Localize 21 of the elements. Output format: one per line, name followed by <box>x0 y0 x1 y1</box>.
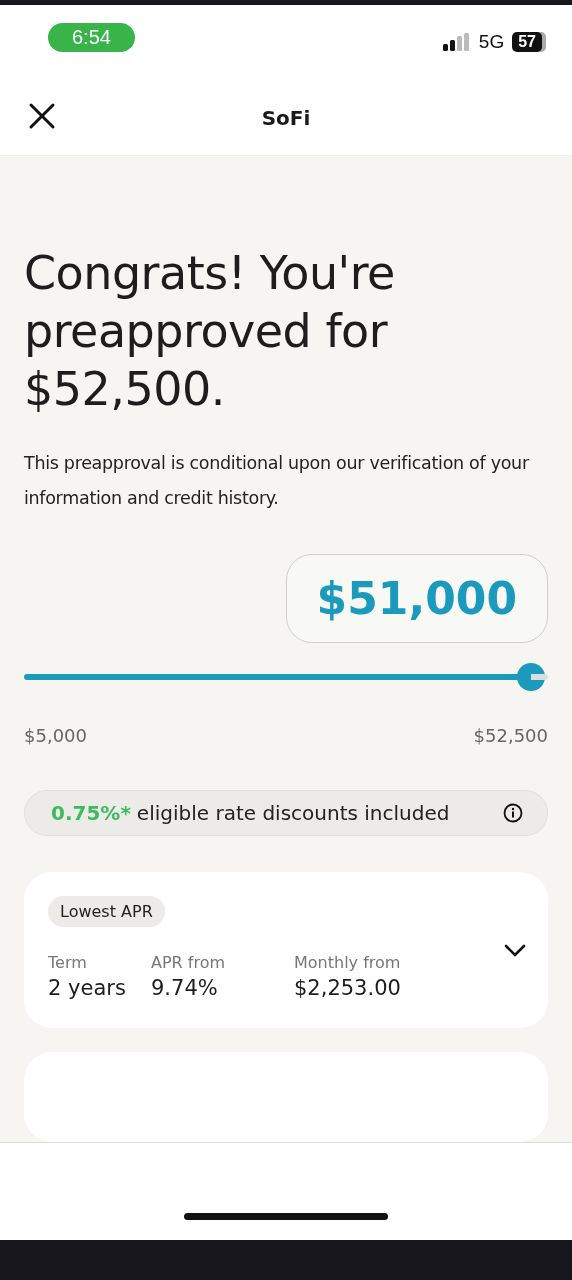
max-amount-label: $52,500 <box>473 725 548 746</box>
page-title: SoFi <box>261 105 311 130</box>
offer-tag: Lowest APR <box>48 895 165 927</box>
amount-slider[interactable] <box>24 663 548 691</box>
discount-rate: 0.75%* <box>51 800 131 825</box>
headline: Congrats! You're preapproved for $52,500. <box>24 245 396 418</box>
offer-label: Term <box>48 952 88 972</box>
offer-value: $2,253.00 <box>294 975 402 1000</box>
offer-label: APR from <box>151 952 227 972</box>
offer-label: Monthly from <box>294 952 402 972</box>
network-label: 5G <box>478 30 505 53</box>
min-amount-label: $5,000 <box>24 725 87 746</box>
disclaimer-text: This preapproval is conditional upon our verification of your information and credit history. <box>24 452 531 510</box>
loan-offer-card[interactable]: Lowest APR Term 2 years APR from 9.74% Monthly from $2,253.00 <box>24 871 548 1028</box>
discount-text: eligible rate discounts included <box>136 800 450 825</box>
offer-value: 9.74% <box>151 975 219 1000</box>
signal-icon <box>442 32 471 51</box>
chevron-icon[interactable] <box>504 943 526 958</box>
info-icon[interactable] <box>503 802 523 823</box>
status-time: 6:54 <box>48 23 135 52</box>
offer-value: 2 years <box>48 975 127 1000</box>
